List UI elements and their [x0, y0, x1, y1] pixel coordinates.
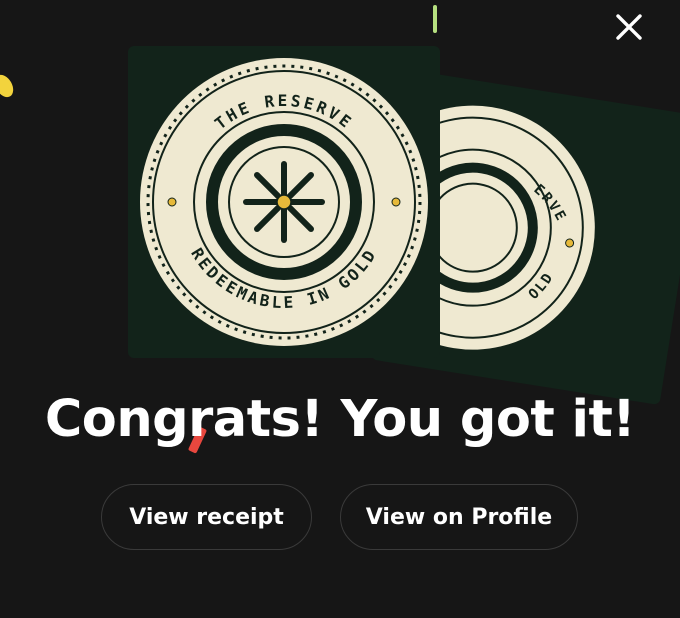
confetti-piece: [0, 71, 17, 101]
success-headline: Congrats! You got it!: [44, 390, 636, 449]
badge-coin: THE RESERVE REDEEMABLE IN GOLD: [140, 58, 428, 346]
badge-card: THE RESERVE REDEEMABLE IN GOLD: [128, 46, 440, 358]
view-receipt-button[interactable]: View receipt: [101, 484, 312, 550]
view-on-profile-label: View on Profile: [365, 504, 553, 530]
confetti-piece: [433, 5, 437, 33]
close-icon: [616, 14, 642, 40]
view-receipt-label: View receipt: [129, 504, 284, 530]
close-button[interactable]: [606, 4, 652, 50]
view-on-profile-button[interactable]: View on Profile: [340, 484, 578, 550]
